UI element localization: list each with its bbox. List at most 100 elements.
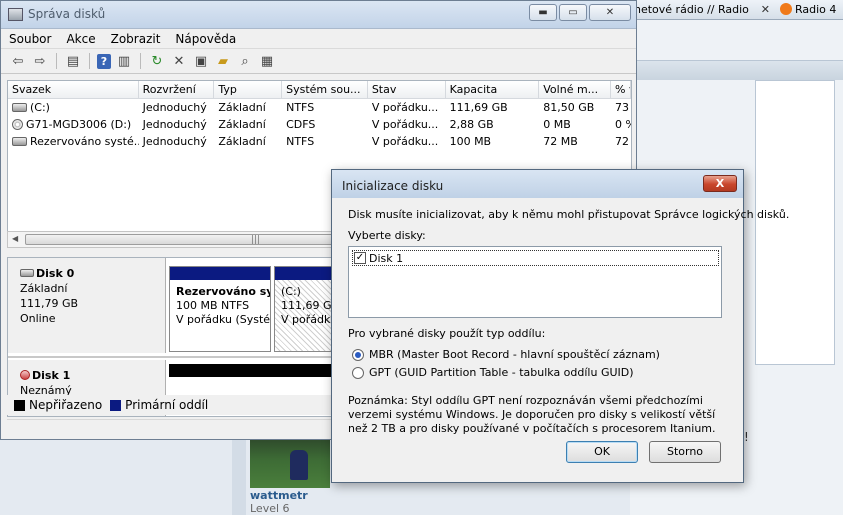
help-icon[interactable]: ? [97, 53, 111, 69]
volume-cell: Rezervováno systé... [8, 135, 139, 148]
disk-state: Online [20, 312, 56, 325]
column-volne-misto[interactable]: Volné m... [539, 81, 612, 98]
disk-0-label[interactable]: Disk 0 Základní 111,79 GB Online [8, 258, 166, 353]
toolbar-separator [140, 53, 141, 69]
table-row[interactable]: G71-MGD3006 (D:) Jednoduchý Základní CDF… [8, 116, 631, 133]
volume-name: (C:) [30, 101, 50, 114]
pct-cell: 72 [615, 135, 630, 148]
radio-icon [780, 3, 792, 15]
fs-cell: NTFS [286, 101, 315, 114]
browser-tab-radio4[interactable]: Radio 4 [780, 1, 843, 20]
disk-list-item[interactable]: ✓ Disk 1 [352, 250, 719, 266]
radio-selected-icon [352, 348, 364, 361]
forum-text: ! [744, 430, 749, 444]
browser-tab-label: Radio 4 [795, 3, 837, 16]
menu-akce[interactable]: Akce [66, 32, 95, 46]
disk-1-checkbox[interactable]: ✓ [354, 252, 366, 264]
close-icon[interactable]: ✕ [761, 1, 770, 18]
pct-cell: 0 % [615, 118, 631, 131]
layout-cell: Jednoduchý [142, 101, 207, 114]
title-bar[interactable]: Správa disků ▬ ▭ ✕ [1, 1, 636, 29]
browser-sidebar-strip [232, 440, 246, 515]
browser-content-box [755, 80, 835, 365]
primary-partition-bar [170, 267, 270, 280]
pct-cell: 73 [615, 101, 630, 114]
disk-item-label: Disk 1 [369, 251, 404, 265]
status-cell: V pořádku... [371, 101, 439, 114]
cd-drive-icon [12, 119, 23, 130]
toolbar: ⇦ ⇨ ▤ ? ▥ ↻ ✕ ▣ ▰ ⌕ ▦ [1, 49, 636, 74]
dialog-intro: Disk musíte inicializovat, aby k němu mo… [348, 208, 790, 221]
disk-type: Základní [20, 282, 68, 295]
gpt-note: Poznámka: Styl oddílu GPT není rozpoznáv… [348, 394, 716, 435]
volume-name: Rezervováno systé... [30, 135, 139, 148]
legend-unallocated: Nepřiřazeno [29, 398, 103, 412]
menu-zobrazit[interactable]: Zobrazit [111, 32, 161, 46]
settings-icon[interactable]: ▦ [258, 52, 276, 70]
volume-cell: G71-MGD3006 (D:) [8, 118, 139, 131]
layout-cell: Jednoduchý [142, 118, 207, 131]
scroll-left-icon[interactable]: ◀ [12, 234, 18, 243]
column-kapacita[interactable]: Kapacita [446, 81, 540, 98]
disk-size: 111,79 GB [20, 297, 79, 310]
status-cell: V pořádku... [371, 118, 439, 131]
partition-reserved[interactable]: Rezervováno sys 100 MB NTFS V pořádku (S… [169, 266, 271, 352]
partition-detail: 100 MB NTFS [176, 299, 250, 312]
legend-primary: Primární oddíl [125, 398, 209, 412]
properties-icon[interactable]: ▣ [192, 52, 210, 70]
forum-username[interactable]: wattmetr [250, 489, 308, 502]
maximize-button[interactable]: ▭ [559, 4, 587, 21]
fs-cell: CDFS [286, 118, 316, 131]
volume-cell: (C:) [8, 101, 139, 114]
disk-icon [20, 269, 34, 277]
unallocated-bar[interactable] [169, 364, 344, 377]
cancel-button[interactable]: Storno [649, 441, 721, 463]
back-arrow-icon[interactable]: ⇦ [9, 52, 27, 70]
delete-icon[interactable]: ✕ [170, 52, 188, 70]
capacity-cell: 2,88 GB [449, 118, 494, 131]
console-pane-icon[interactable]: ▥ [115, 52, 133, 70]
gpt-radio[interactable]: GPT (GUID Partition Table - tabulka oddí… [352, 366, 634, 379]
partition-name: Rezervováno sys [176, 285, 271, 298]
partition-style-label: Pro vybrané disky použít typ oddílu: [348, 327, 546, 340]
column-procento-volne[interactable]: % v [611, 81, 631, 98]
select-disks-label: Vyberte disky: [348, 229, 426, 242]
toolbar-separator [89, 53, 90, 69]
view-pane-icon[interactable]: ▤ [64, 52, 82, 70]
ok-button[interactable]: OK [566, 441, 638, 463]
table-row[interactable]: (C:) Jednoduchý Základní NTFS V pořádku.… [8, 99, 631, 116]
browser-tab-radio[interactable]: netové rádio // Radio ✕ [634, 1, 774, 20]
user-photo[interactable] [250, 440, 330, 488]
menu-bar: Soubor Akce Zobrazit Nápověda [1, 29, 636, 49]
column-stav[interactable]: Stav [368, 81, 446, 98]
partition-status: V pořádku (Systé [176, 313, 271, 326]
column-rozvrzeni[interactable]: Rozvržení [139, 81, 215, 98]
initialize-disk-dialog: Inicializace disku X Disk musíte inicial… [331, 169, 789, 483]
refresh-icon[interactable]: ↻ [148, 52, 166, 70]
forward-arrow-icon[interactable]: ⇨ [31, 52, 49, 70]
close-button[interactable]: ✕ [589, 4, 631, 21]
type-cell: Základní [218, 118, 266, 131]
open-folder-icon[interactable]: ▰ [214, 52, 232, 70]
column-system-souboru[interactable]: Systém sou... [282, 81, 368, 98]
hard-drive-icon [12, 103, 27, 112]
minimize-button[interactable]: ▬ [529, 4, 557, 21]
forum-level: Level 6 [250, 502, 290, 515]
window-title: Správa disků [28, 7, 106, 21]
dialog-title-bar[interactable]: Inicializace disku X [332, 170, 743, 198]
mbr-radio[interactable]: MBR (Master Boot Record - hlavní spouště… [352, 348, 660, 361]
column-svazek[interactable]: Svazek [8, 81, 139, 98]
menu-soubor[interactable]: Soubor [9, 32, 51, 46]
radio-unselected-icon [352, 366, 364, 379]
disk-listbox[interactable]: ✓ Disk 1 [348, 246, 722, 318]
search-icon[interactable]: ⌕ [236, 52, 254, 70]
volume-name: G71-MGD3006 (D:) [26, 118, 132, 131]
dialog-close-button[interactable]: X [703, 175, 737, 192]
disk-name: Disk 1 [32, 369, 71, 382]
table-row[interactable]: Rezervováno systé... Jednoduchý Základní… [8, 133, 631, 150]
column-typ[interactable]: Typ [214, 81, 283, 98]
hard-drive-icon [12, 137, 27, 146]
menu-napoveda[interactable]: Nápověda [175, 32, 236, 46]
free-cell: 72 MB [543, 135, 578, 148]
dialog-title: Inicializace disku [342, 179, 444, 193]
